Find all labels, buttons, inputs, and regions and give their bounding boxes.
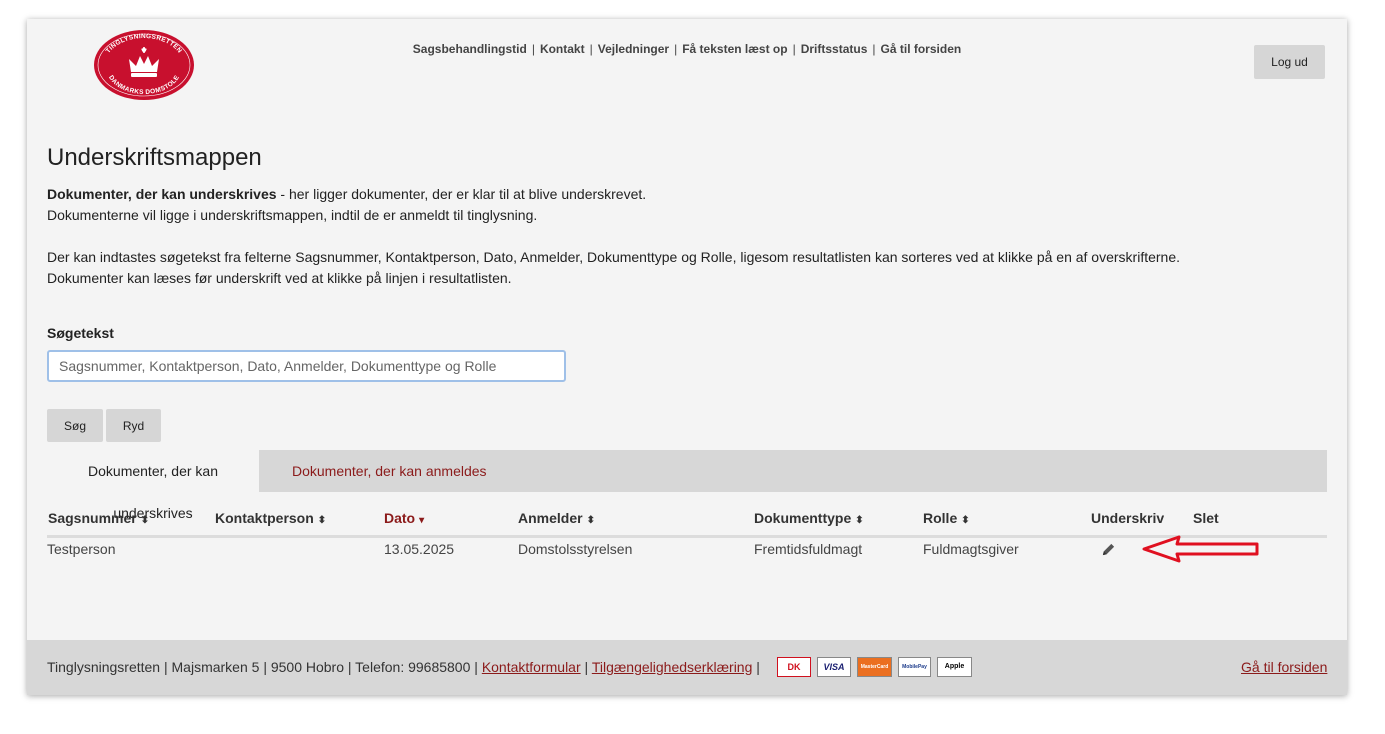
column-header-rolle[interactable]: Rolle ⬍ [923, 510, 970, 526]
annotation-arrow-icon [1142, 535, 1259, 563]
mobilepay-icon: MobilePay [898, 657, 931, 677]
cell-anmelder: Domstolsstyrelsen [518, 541, 633, 557]
nav-separator: | [872, 42, 876, 56]
intro-text: Dokumenter, der kan underskrives - her l… [47, 184, 1180, 289]
apple-pay-icon: Apple Pay [937, 657, 972, 677]
column-label: Anmelder [518, 510, 583, 526]
tinglysningsretten-logo[interactable]: TINGLYSNINGSRETTEN DANMARKS DOMSTOLE [93, 29, 195, 101]
intro-line-3: Der kan indtastes søgetekst fra felterne… [47, 249, 1181, 265]
column-label: Kontaktperson [215, 510, 314, 526]
intro-line-2: Dokumenterne vil ligge i underskriftsmap… [47, 207, 538, 223]
intro-line-4: Dokumenter kan læses før underskrift ved… [47, 270, 512, 286]
nav-vejledninger[interactable]: Vejledninger [598, 42, 669, 56]
nav-home[interactable]: Gå til forsiden [881, 42, 962, 56]
column-header-sagsnummer[interactable]: Sagsnummer ⬍ [48, 510, 149, 526]
sort-icon: ⬍ [317, 515, 327, 526]
column-header-dokumenttype[interactable]: Dokumenttype ⬍ [754, 510, 864, 526]
column-header-underskriv: Underskriv [1091, 510, 1165, 526]
column-label: Sagsnummer [48, 510, 137, 526]
sort-icon: ⬍ [586, 515, 595, 526]
search-button[interactable]: Søg [47, 409, 103, 442]
page-title: Underskriftsmappen [47, 144, 262, 171]
nav-sagsbehandlingstid[interactable]: Sagsbehandlingstid [413, 42, 527, 56]
sort-icon: ⬍ [140, 515, 150, 526]
cell-rolle: Fuldmagtsgiver [923, 541, 1019, 557]
nav-read-aloud[interactable]: Få teksten læst op [682, 42, 787, 56]
column-label: Rolle [923, 510, 958, 526]
search-input[interactable] [47, 350, 566, 382]
mastercard-icon: MasterCard [857, 657, 892, 677]
tab-registrable-documents[interactable]: Dokumenter, der kan anmeldes [292, 450, 487, 492]
nav-separator: | [589, 42, 593, 56]
footer-home-link[interactable]: Gå til forsiden [1241, 659, 1327, 675]
visa-icon: VISA [817, 657, 851, 677]
intro-bold: Dokumenter, der kan underskrives [47, 186, 277, 202]
sort-icon: ⬍ [961, 515, 970, 526]
dankort-icon: DK [777, 657, 811, 677]
footer-separator: | [584, 659, 589, 675]
intro-rest: - her ligger dokumenter, der er klar til… [276, 186, 647, 202]
tab-signable-documents[interactable]: Dokumenter, der kan underskrives [47, 450, 259, 521]
nav-driftsstatus[interactable]: Driftsstatus [801, 42, 868, 56]
tab-bar: Dokumenter, der kan underskrives Dokumen… [47, 450, 1327, 521]
column-label: Dato [384, 510, 416, 526]
sort-desc-icon: ▾ [419, 515, 425, 526]
logout-button[interactable]: Log ud [1254, 45, 1325, 79]
intro-line-1: Dokumenter, der kan underskrives - her l… [47, 184, 1180, 205]
column-label: Dokumenttype [754, 510, 852, 526]
column-header-anmelder[interactable]: Anmelder ⬍ [518, 510, 595, 526]
top-navigation: Sagsbehandlingstid | Kontakt | Vejledninger |… [27, 42, 1347, 56]
nav-separator: | [531, 42, 535, 56]
nav-separator: | [792, 42, 796, 56]
footer: Tinglysningsretten | Majsmarken 5 | 9500… [27, 640, 1347, 695]
sort-icon: ⬍ [855, 515, 864, 526]
search-label: Søgetekst [47, 325, 114, 341]
pencil-icon[interactable] [1101, 542, 1116, 557]
nav-kontakt[interactable]: Kontakt [540, 42, 585, 56]
footer-separator: | [756, 659, 760, 675]
clear-button[interactable]: Ryd [106, 409, 161, 442]
page-container: TINGLYSNINGSRETTEN DANMARKS DOMSTOLE Sag… [27, 19, 1347, 695]
accessibility-statement-link[interactable]: Tilgængelighedserklæring [592, 659, 753, 675]
table-row[interactable] [47, 538, 1327, 562]
footer-text: Tinglysningsretten | Majsmarken 5 | 9500… [47, 659, 760, 675]
contact-form-link[interactable]: Kontaktformular [482, 659, 581, 675]
nav-separator: | [674, 42, 678, 56]
cell-dokumenttype: Fremtidsfuldmagt [754, 541, 863, 557]
column-header-slet: Slet [1193, 510, 1219, 526]
cell-sagsnummer: Testperson [47, 541, 116, 557]
footer-address: Tinglysningsretten | Majsmarken 5 | 9500… [47, 659, 478, 675]
cell-dato: 13.05.2025 [384, 541, 455, 557]
column-header-kontaktperson[interactable]: Kontaktperson ⬍ [215, 510, 326, 526]
column-header-dato[interactable]: Dato ▾ [384, 510, 424, 526]
